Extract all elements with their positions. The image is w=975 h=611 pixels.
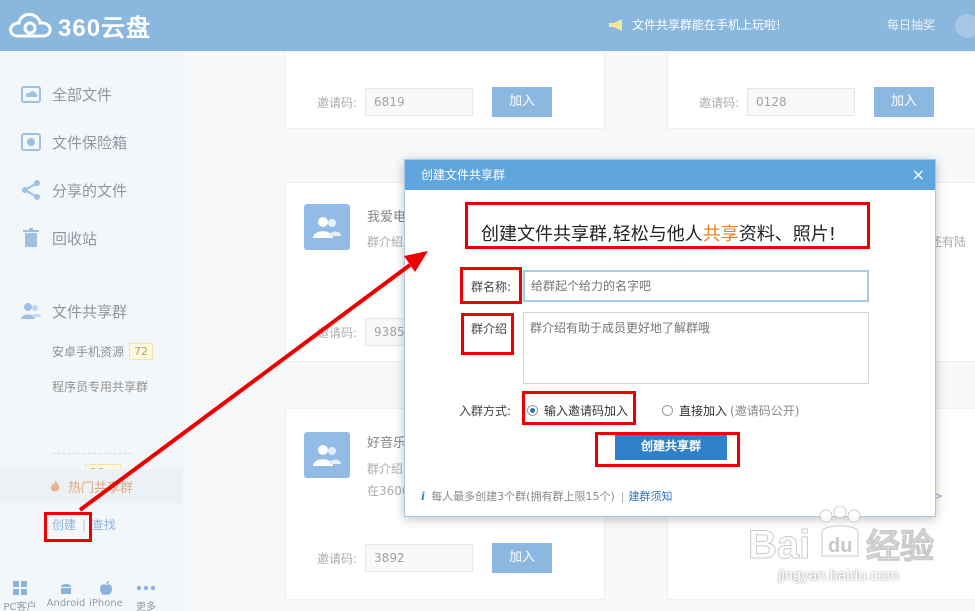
annotation-box-intro xyxy=(461,313,514,355)
annotation-box-slogan xyxy=(465,202,870,249)
annotation-box-create-link xyxy=(44,512,92,542)
watermark-brand-text: 经验 xyxy=(866,527,934,567)
dialog-footer: i 每人最多创建3个群(拥有群上限15个) | 建群须知 xyxy=(421,488,672,504)
annotation-box-name xyxy=(460,267,522,304)
close-icon[interactable]: × xyxy=(912,160,925,190)
group-intro-input[interactable] xyxy=(523,312,869,384)
dialog-title: 创建文件共享群 xyxy=(421,168,506,182)
annotation-box-invite-option xyxy=(522,391,636,425)
svg-text:Bai: Bai xyxy=(748,523,810,567)
info-icon: i xyxy=(421,489,426,503)
svg-text:du: du xyxy=(828,535,852,557)
footer-divider: | xyxy=(620,489,625,503)
annotation-box-create-button xyxy=(595,432,740,467)
radio-note: (邀请码公开) xyxy=(730,404,800,418)
radio-unchecked-icon xyxy=(662,405,673,416)
join-method-label: 入群方式: xyxy=(459,404,512,418)
limit-note: 每人最多创建3个群(拥有群上限15个) xyxy=(431,490,615,503)
radio-direct-join[interactable]: 直接加入 (邀请码公开) xyxy=(662,402,799,419)
radio-label: 直接加入 xyxy=(679,404,728,418)
group-rules-link[interactable]: 建群须知 xyxy=(628,488,672,504)
dialog-header: 创建文件共享群 × xyxy=(405,160,935,190)
watermark-url: jingyan.baidu.com xyxy=(778,567,899,584)
group-name-input[interactable] xyxy=(523,270,869,302)
